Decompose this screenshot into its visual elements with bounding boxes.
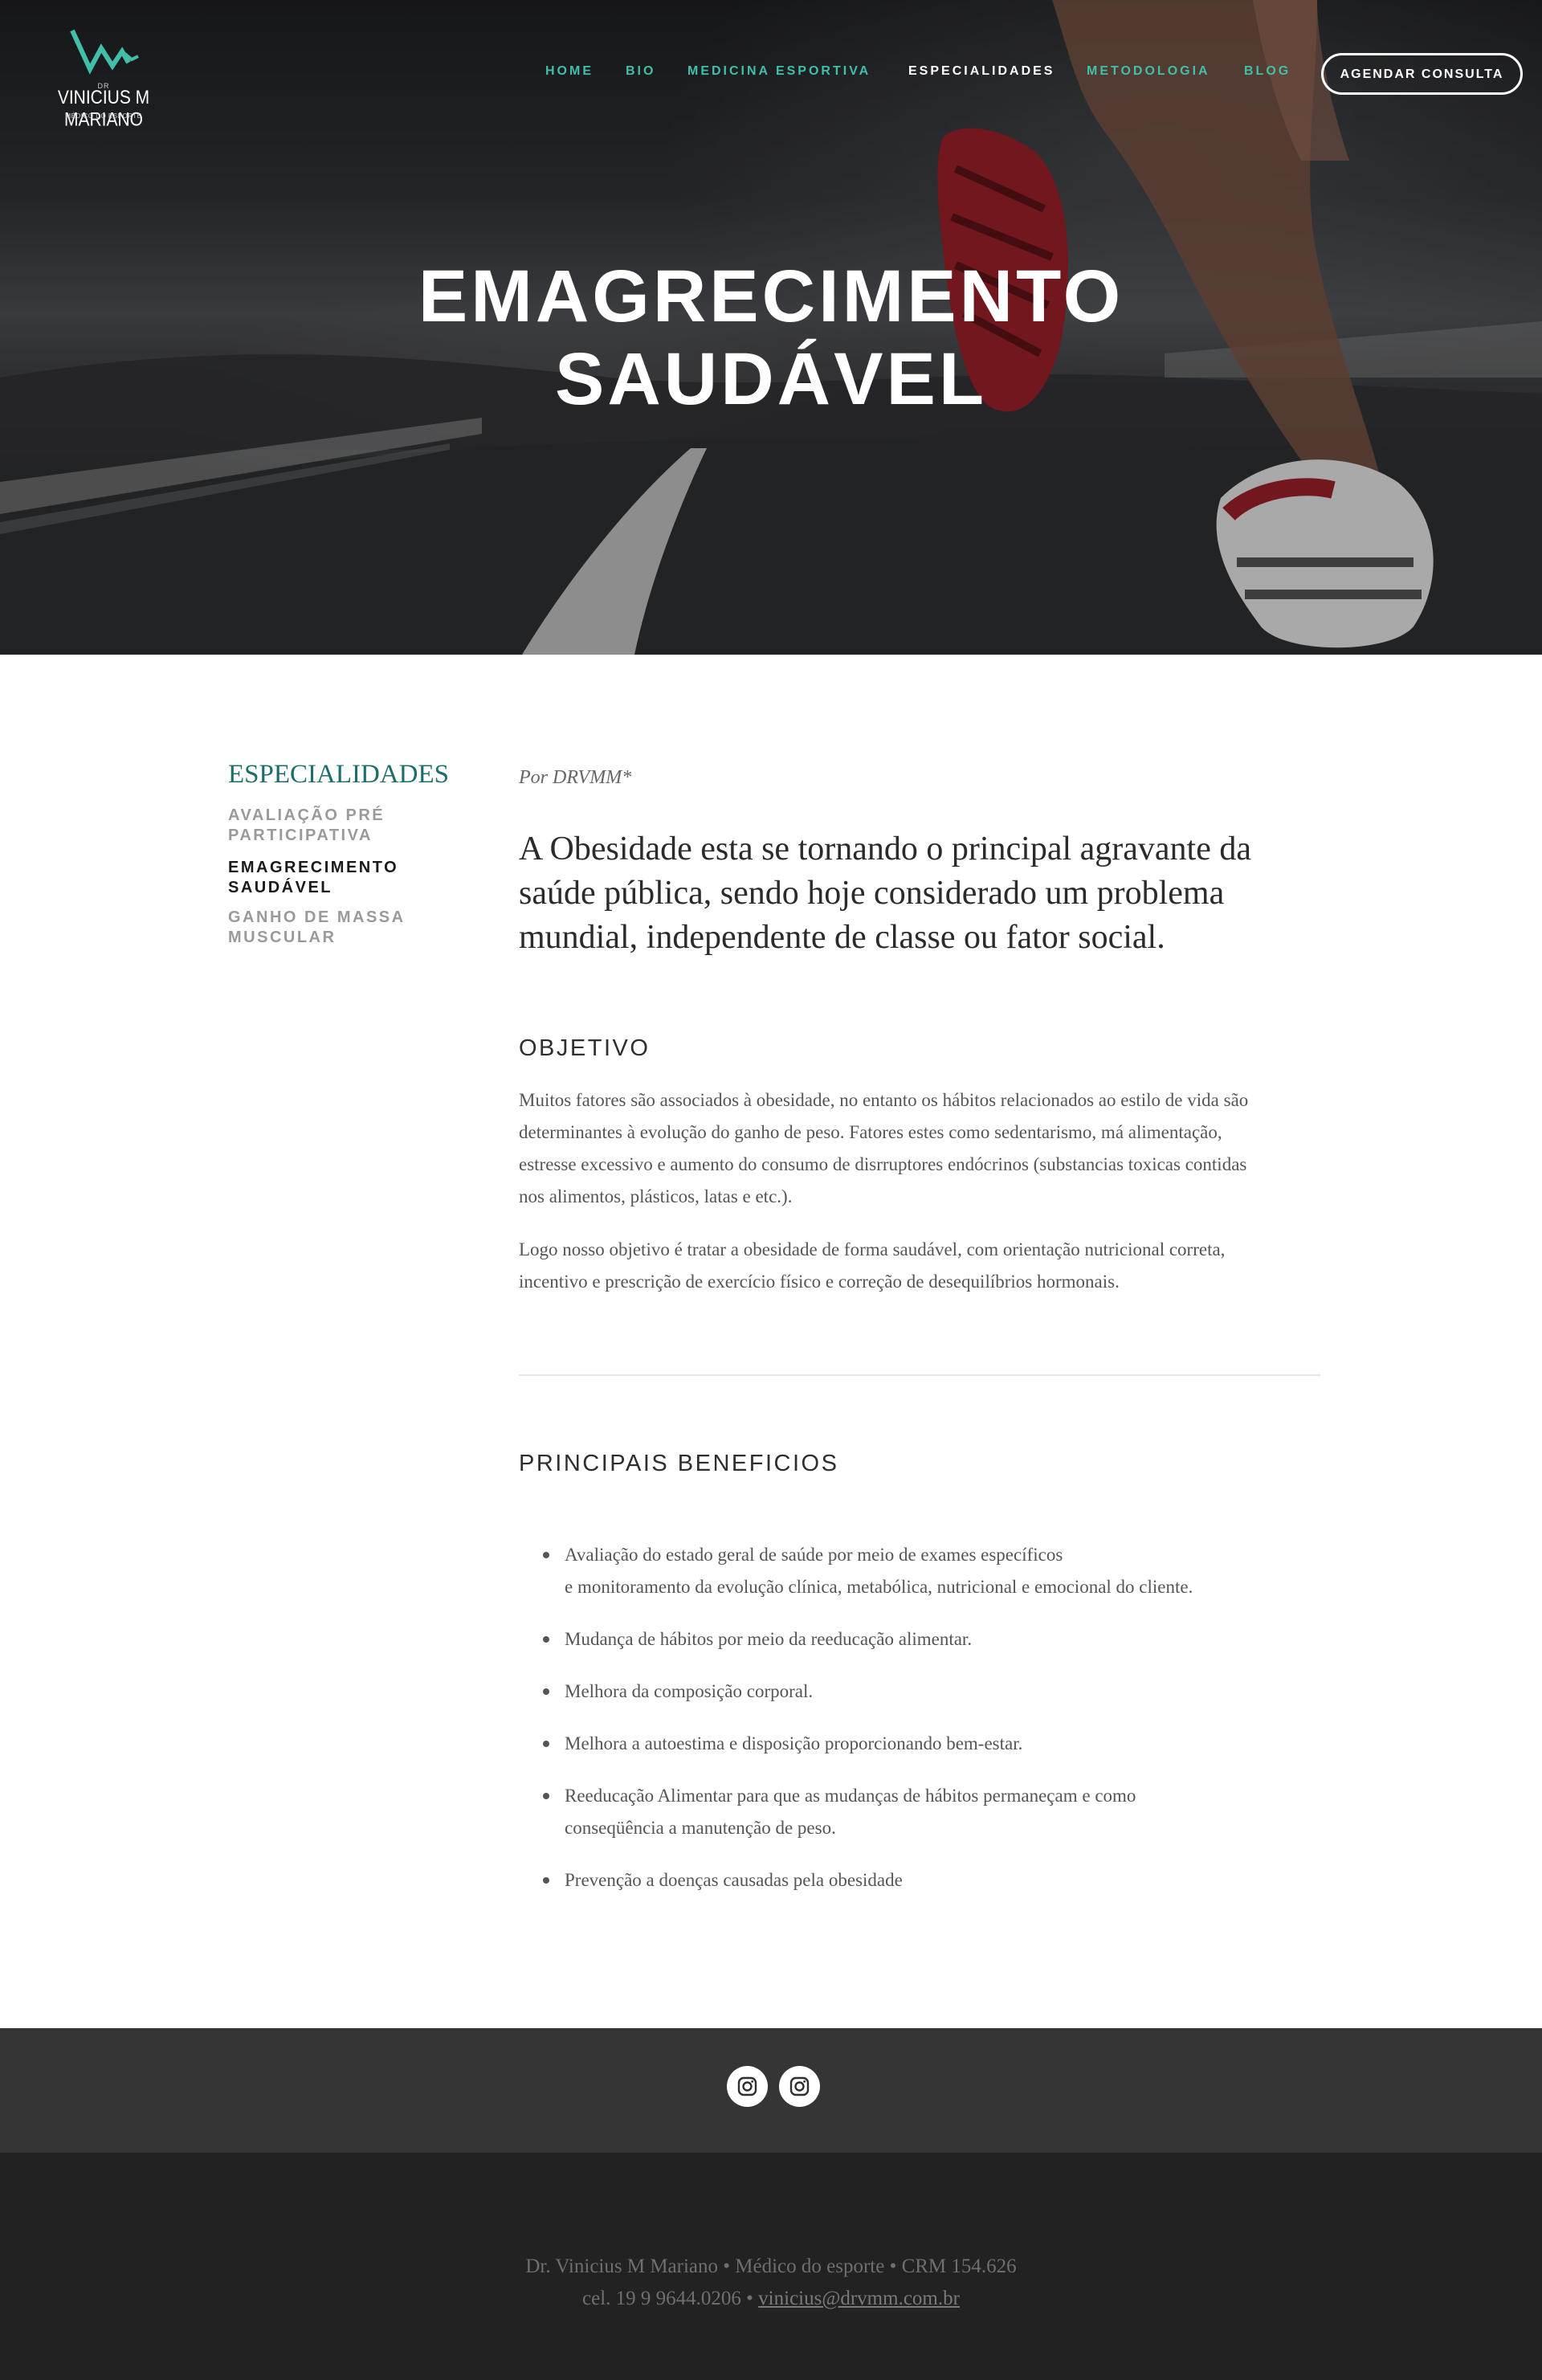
- footer-contact: cel. 19 9 9644.0206 • vinicius@drvmm.com…: [0, 2288, 1542, 2310]
- sidebar-title: ESPECIALIDADES: [228, 760, 450, 789]
- hero-banner: DR VINICIUS M MARIANO MÉDICO DO ESPORTE …: [0, 0, 1542, 655]
- social-links-bar: [0, 2028, 1542, 2153]
- footer-email-link[interactable]: vinicius@drvmm.com.br: [758, 2288, 960, 2309]
- nav-metodologia[interactable]: METODOLOGIA: [1087, 64, 1210, 79]
- article-byline: Por DRVMM*: [519, 767, 632, 788]
- instagram-link-2[interactable]: [779, 2066, 820, 2107]
- list-item: Mudança de hábitos por meio da reeducaçã…: [519, 1623, 1322, 1655]
- sidebar-item-label: AVALIAÇÃO PRÉ: [228, 806, 386, 824]
- page-title-line-2: SAUDÁVEL: [554, 338, 988, 420]
- page-title-line-1: EMAGRECIMENTO: [418, 255, 1124, 337]
- logo-name: VINICIUS M MARIANO: [57, 87, 150, 131]
- objective-paragraph-1: Muitos fatores são associados à obesidad…: [519, 1084, 1322, 1213]
- nav-blog[interactable]: BLOG: [1244, 64, 1291, 79]
- page-title: EMAGRECIMENTO SAUDÁVEL: [0, 255, 1542, 421]
- list-item-text: Reeducação Alimentar para que as mudança…: [565, 1786, 1136, 1806]
- paragraph-line: determinantes à evolução do ganho de pes…: [519, 1122, 1222, 1142]
- nav-bio[interactable]: BIO: [626, 64, 655, 79]
- nav-especialidades[interactable]: ESPECIALIDADES: [908, 64, 1055, 79]
- sidebar-item-label: SAUDÁVEL: [228, 879, 333, 896]
- schedule-appointment-button[interactable]: AGENDAR CONSULTA: [1321, 53, 1523, 95]
- list-item-text: e monitoramento da evolução clínica, met…: [565, 1577, 1193, 1597]
- paragraph-line: Logo nosso objetivo é tratar a obesidade…: [519, 1239, 1226, 1259]
- benefits-heading: PRINCIPAIS BENEFICIOS: [519, 1451, 839, 1476]
- instagram-icon: [737, 2076, 757, 2096]
- bullet-icon: [543, 1688, 549, 1695]
- footer-credentials: Dr. Vinicius M Mariano • Médico do espor…: [525, 2255, 1017, 2277]
- bullet-icon: [543, 1636, 549, 1643]
- list-item: Avaliação do estado geral de saúde por m…: [519, 1539, 1322, 1603]
- paragraph-line: estresse excessivo e aumento do consumo …: [519, 1154, 1247, 1174]
- sidebar-item-emagrecimento[interactable]: EMAGRECIMENTO SAUDÁVEL: [228, 858, 453, 898]
- list-item-text: Melhora a autoestima e disposição propor…: [565, 1733, 1023, 1753]
- logo-subtitle: MÉDICO DO ESPORTE: [65, 112, 142, 120]
- nav-medicina-esportiva[interactable]: MEDICINA ESPORTIVA: [687, 64, 871, 79]
- list-item-text: Melhora da composição corporal.: [565, 1681, 814, 1701]
- sidebar-item-avaliacao[interactable]: AVALIAÇÃO PRÉ PARTICIPATIVA: [228, 806, 453, 846]
- sidebar-item-label: EMAGRECIMENTO: [228, 859, 399, 876]
- site-footer: Dr. Vinicius M Mariano • Médico do espor…: [0, 2153, 1542, 2380]
- bullet-icon: [543, 1877, 549, 1884]
- paragraph-line: Muitos fatores são associados à obesidad…: [519, 1090, 1249, 1110]
- objective-heading: OBJETIVO: [519, 1035, 651, 1061]
- instagram-icon: [789, 2076, 810, 2096]
- paragraph-line: nos alimentos, plásticos, latas e etc.).: [519, 1186, 793, 1206]
- main-navigation: HOME BIO MEDICINA ESPORTIVA ESPECIALIDAD…: [0, 64, 1542, 84]
- list-item: Melhora a autoestima e disposição propor…: [519, 1728, 1322, 1760]
- list-item: Melhora da composição corporal.: [519, 1676, 1322, 1708]
- bullet-icon: [543, 1793, 549, 1799]
- bullet-icon: [543, 1741, 549, 1747]
- bullet-icon: [543, 1552, 549, 1558]
- objective-paragraph-2: Logo nosso objetivo é tratar a obesidade…: [519, 1234, 1322, 1298]
- section-divider: [519, 1374, 1320, 1376]
- lead-line: saúde pública, sendo hoje considerado um…: [519, 875, 1225, 912]
- nav-home[interactable]: HOME: [545, 64, 594, 79]
- list-item-text: conseqüência a manutenção de peso.: [565, 1818, 836, 1838]
- sidebar-item-label: PARTICIPATIVA: [228, 827, 373, 844]
- paragraph-line: incentivo e prescrição de exercício físi…: [519, 1272, 1120, 1292]
- benefits-list: Avaliação do estado geral de saúde por m…: [519, 1539, 1322, 1917]
- lead-line: A Obesidade esta se tornando o principal…: [519, 831, 1252, 867]
- list-item-text: Avaliação do estado geral de saúde por m…: [565, 1545, 1063, 1565]
- list-item-text: Mudança de hábitos por meio da reeducaçã…: [565, 1629, 973, 1649]
- sidebar-item-ganho-de-massa[interactable]: GANHO DE MASSA MUSCULAR: [228, 908, 453, 948]
- instagram-link-1[interactable]: [727, 2066, 768, 2107]
- article-lead: A Obesidade esta se tornando o principal…: [519, 827, 1330, 960]
- list-item: Reeducação Alimentar para que as mudança…: [519, 1780, 1322, 1844]
- sidebar-item-label: GANHO DE MASSA: [228, 908, 406, 926]
- lead-line: mundial, independente de classe ou fator…: [519, 919, 1165, 956]
- list-item: Prevenção a doenças causadas pela obesid…: [519, 1864, 1322, 1896]
- sidebar-item-label: MUSCULAR: [228, 929, 337, 946]
- footer-phone: cel. 19 9 9644.0206 •: [582, 2288, 759, 2309]
- list-item-text: Prevenção a doenças causadas pela obesid…: [565, 1870, 903, 1890]
